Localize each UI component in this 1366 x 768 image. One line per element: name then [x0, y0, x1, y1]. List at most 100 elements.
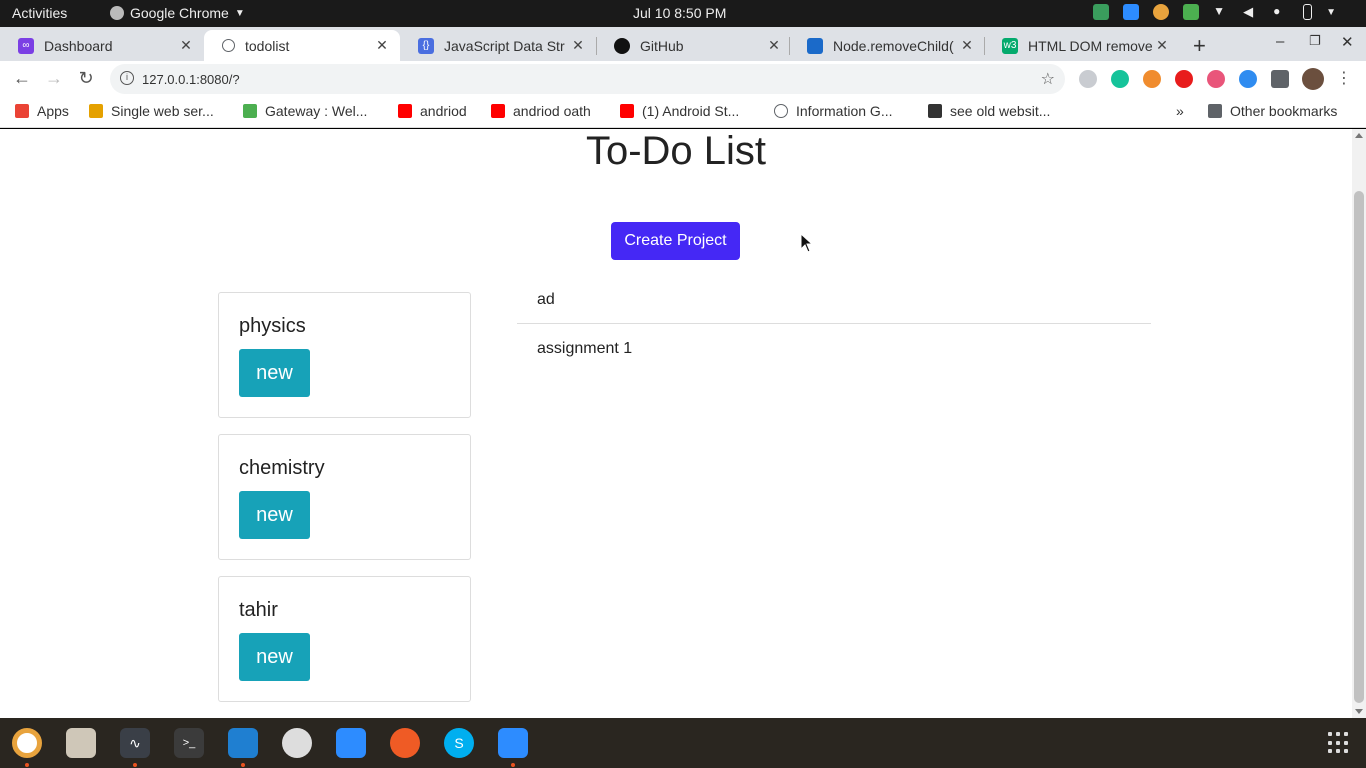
system-monitor-dock-icon[interactable]: ∿: [120, 728, 150, 758]
close-icon[interactable]: ✕: [374, 37, 390, 54]
running-indicator: [241, 763, 245, 767]
project-card[interactable]: chemistry new: [218, 434, 471, 560]
zoom-tray-icon[interactable]: [1123, 4, 1140, 20]
bookmarks-bar: Apps Single web ser... Gateway : Wel... …: [0, 97, 1366, 128]
bookmark-gateway[interactable]: Gateway : Wel...: [243, 103, 367, 119]
files-dock-icon[interactable]: [66, 728, 96, 758]
show-applications-icon[interactable]: [1328, 732, 1350, 754]
compass-dock-icon[interactable]: [282, 728, 312, 758]
bookmarks-overflow-button[interactable]: »: [1176, 103, 1184, 119]
todo-item[interactable]: ad: [517, 275, 1151, 324]
tab-label: todolist: [245, 37, 290, 54]
bookmark-star-icon[interactable]: ☆: [1041, 69, 1055, 89]
other-bookmarks-label: Other bookmarks: [1230, 103, 1338, 119]
postman-dock-icon[interactable]: [390, 728, 420, 758]
page-title: To-Do List: [585, 129, 767, 173]
volume-icon[interactable]: ◀: [1243, 4, 1259, 20]
window-close-icon[interactable]: ✕: [1341, 33, 1354, 51]
close-icon[interactable]: ✕: [1154, 37, 1170, 54]
squirrel-extension-icon[interactable]: [1143, 70, 1161, 88]
tab-todolist[interactable]: todolist ✕: [204, 30, 400, 61]
tab-html-dom-remove[interactable]: w3 HTML DOM remove ✕: [984, 30, 1180, 61]
check-tray-icon[interactable]: [1183, 4, 1200, 20]
close-icon[interactable]: ✕: [570, 37, 586, 54]
bookmark-information[interactable]: Information G...: [774, 103, 892, 119]
page-viewport: To-Do List Create Project physics new ch…: [0, 129, 1366, 718]
shield-icon[interactable]: [1093, 4, 1110, 20]
extensions-puzzle-icon[interactable]: [1271, 70, 1289, 88]
tab-label: HTML DOM remove: [1028, 37, 1153, 54]
skype-dock-icon[interactable]: S: [444, 728, 474, 758]
zoom-meeting-dock-icon[interactable]: [498, 728, 528, 758]
chrome-dock-icon[interactable]: [12, 728, 42, 758]
lastpass-extension-icon[interactable]: [1207, 70, 1225, 88]
kite-extension-icon[interactable]: [1239, 70, 1257, 88]
bookmark-favicon: [89, 104, 103, 118]
url-text[interactable]: 127.0.0.1:8080/?: [142, 72, 240, 87]
todo-item[interactable]: assignment 1: [517, 324, 1151, 373]
bookmark-favicon: [243, 104, 257, 118]
new-todo-button[interactable]: new: [239, 349, 310, 397]
apps-grid-icon: [15, 104, 29, 118]
chrome-menu-icon[interactable]: ⋮: [1333, 68, 1355, 88]
vscode-dock-icon[interactable]: [228, 728, 258, 758]
app-menu-label: Google Chrome: [130, 5, 229, 21]
running-indicator: [25, 763, 29, 767]
new-todo-button[interactable]: new: [239, 633, 310, 681]
tab-github[interactable]: GitHub ✕: [596, 30, 792, 61]
address-bar[interactable]: i 127.0.0.1:8080/? ☆: [110, 64, 1065, 94]
tab-strip: ∞ Dashboard ✕ todolist ✕ {} JavaScript D…: [0, 27, 1366, 61]
bookmark-andriod-oath[interactable]: andriod oath: [491, 103, 591, 119]
page-scrollbar[interactable]: [1352, 129, 1366, 718]
tab-javascript-data-structures[interactable]: {} JavaScript Data Str ✕: [400, 30, 596, 61]
archive-icon: [928, 104, 942, 118]
code-favicon: {}: [418, 37, 434, 54]
bookmark-apps[interactable]: Apps: [15, 103, 69, 119]
new-todo-button[interactable]: new: [239, 491, 310, 539]
other-bookmarks[interactable]: Other bookmarks: [1208, 103, 1337, 119]
battery-icon[interactable]: [1303, 4, 1313, 20]
project-card[interactable]: physics new: [218, 292, 471, 418]
youtube-icon: [491, 104, 505, 118]
close-icon[interactable]: ✕: [766, 37, 782, 54]
restore-icon[interactable]: ❐: [1309, 33, 1321, 49]
new-tab-icon[interactable]: +: [1193, 33, 1206, 59]
scrollbar-thumb[interactable]: [1354, 191, 1364, 703]
wifi-icon[interactable]: ▼: [1213, 4, 1229, 20]
minimize-icon[interactable]: –: [1276, 33, 1284, 50]
close-icon[interactable]: ✕: [178, 37, 194, 54]
adblock-extension-icon[interactable]: [1175, 70, 1193, 88]
profile-avatar[interactable]: [1302, 68, 1324, 90]
tab-node-removechild[interactable]: Node.removeChild( ✕: [789, 30, 985, 61]
bookmark-label: Information G...: [796, 103, 893, 119]
microphone-icon[interactable]: ●: [1273, 4, 1289, 20]
bookmark-android-studio[interactable]: (1) Android St...: [620, 103, 739, 119]
back-arrow-icon[interactable]: ←: [11, 68, 33, 89]
power-menu-chevron-icon[interactable]: ▼: [1326, 7, 1336, 18]
bookmark-single-web-service[interactable]: Single web ser...: [89, 103, 214, 119]
chrome-tray-icon[interactable]: [1153, 4, 1170, 20]
zoom-dock-icon[interactable]: [336, 728, 366, 758]
grammarly-extension-icon[interactable]: [1111, 70, 1129, 88]
translate-extension-icon[interactable]: [1079, 70, 1097, 88]
system-tray[interactable]: ▼ ◀ ● ▼: [1093, 4, 1336, 20]
bookmark-label: Single web ser...: [111, 103, 214, 119]
scroll-up-arrow-icon[interactable]: [1355, 133, 1363, 138]
bookmark-andriod[interactable]: andriod: [398, 103, 467, 119]
site-info-icon[interactable]: i: [120, 71, 134, 85]
system-top-bar: Activities Google Chrome ▼ Jul 10 8:50 P…: [0, 0, 1366, 27]
bookmark-label: Apps: [37, 103, 69, 119]
app-menu[interactable]: Google Chrome ▼: [110, 5, 245, 21]
clock[interactable]: Jul 10 8:50 PM: [633, 5, 726, 21]
tab-dashboard[interactable]: ∞ Dashboard ✕: [0, 30, 204, 61]
forward-arrow-icon[interactable]: →: [43, 68, 65, 89]
create-project-button[interactable]: Create Project: [611, 222, 740, 260]
terminal-dock-icon[interactable]: >_: [174, 728, 204, 758]
reload-icon[interactable]: ↻: [75, 68, 97, 89]
project-card[interactable]: tahir new: [218, 576, 471, 702]
w3schools-favicon: w3: [1002, 37, 1018, 54]
activities-button[interactable]: Activities: [12, 5, 67, 21]
bookmark-old-website[interactable]: see old websit...: [928, 103, 1050, 119]
scroll-down-arrow-icon[interactable]: [1355, 709, 1363, 714]
close-icon[interactable]: ✕: [959, 37, 975, 54]
